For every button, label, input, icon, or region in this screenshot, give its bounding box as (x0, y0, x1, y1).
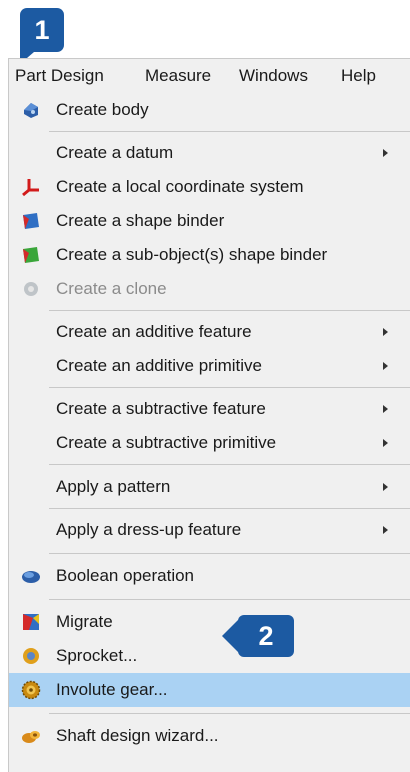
separator (49, 508, 410, 509)
menu-item-label: Create a local coordinate system (56, 177, 304, 196)
menu-item-label: Create a datum (56, 143, 174, 162)
separator (49, 387, 410, 388)
menu-item-create-body[interactable]: Create body (9, 93, 410, 127)
gear-icon (21, 680, 41, 700)
menu-item-sprocket[interactable]: Sprocket... (9, 639, 410, 673)
menu-item-label: Create a subtractive primitive (56, 433, 277, 452)
menu-item-involute-gear[interactable]: Involute gear... (9, 673, 410, 707)
menu-item-label: Apply a dress-up feature (56, 520, 242, 539)
menu-part-design[interactable]: Part Design (15, 65, 104, 87)
boolean-icon (21, 566, 41, 586)
menu-item-label: Sprocket... (56, 646, 138, 665)
menu-item-label: Create an additive feature (56, 322, 252, 341)
sprocket-icon (21, 646, 41, 666)
separator (49, 713, 410, 714)
submenu-arrow-icon (383, 439, 388, 447)
menu-item-apply-pattern[interactable]: Apply a pattern (9, 470, 410, 504)
menu-item-create-shape-binder[interactable]: Create a shape binder (9, 204, 410, 238)
clone-icon (21, 279, 41, 299)
menu-item-label: Create body (56, 100, 149, 119)
menu-item-label: Create a clone (56, 279, 167, 298)
shape-binder-icon (21, 211, 41, 231)
step-2-number: 2 (258, 621, 274, 651)
menu-item-label: Create a sub-object(s) shape binder (56, 245, 328, 264)
step-1-badge: 1 (20, 8, 64, 64)
menu-panel: Part Design Measure Windows Help Create … (8, 58, 410, 772)
step-1-number: 1 (34, 15, 50, 45)
menu-measure[interactable]: Measure (145, 65, 211, 87)
step-2-badge: 2 (222, 615, 294, 657)
menu-item-shaft-wizard[interactable]: Shaft design wizard... (9, 719, 410, 753)
menu-item-create-subtractive-primitive[interactable]: Create a subtractive primitive (9, 426, 410, 460)
submenu-arrow-icon (383, 328, 388, 336)
coordinate-system-icon (21, 177, 41, 197)
subobject-binder-icon (21, 245, 41, 265)
menu-item-create-additive-primitive[interactable]: Create an additive primitive (9, 349, 410, 383)
menu-item-create-subtractive-feature[interactable]: Create a subtractive feature (9, 392, 410, 426)
menu-item-boolean-operation[interactable]: Boolean operation (9, 559, 410, 593)
menu-item-label: Involute gear... (56, 680, 168, 699)
shaft-wizard-icon (21, 726, 41, 746)
submenu-arrow-icon (383, 405, 388, 413)
menu-item-label: Create a shape binder (56, 211, 225, 230)
menu-windows[interactable]: Windows (239, 65, 308, 87)
menu-item-create-lcs[interactable]: Create a local coordinate system (9, 170, 410, 204)
submenu-arrow-icon (383, 149, 388, 157)
menu-item-create-datum[interactable]: Create a datum (9, 136, 410, 170)
menu-item-create-additive-feature[interactable]: Create an additive feature (9, 315, 410, 349)
separator (49, 553, 410, 554)
menu-item-label: Apply a pattern (56, 477, 171, 496)
submenu-arrow-icon (383, 362, 388, 370)
menu-item-create-clone[interactable]: Create a clone (9, 272, 410, 306)
menu-item-label: Create a subtractive feature (56, 399, 266, 418)
submenu-arrow-icon (383, 483, 388, 491)
menu-item-label: Shaft design wizard... (56, 726, 219, 745)
menu-item-migrate[interactable]: Migrate (9, 605, 410, 639)
menu-item-label: Migrate (56, 612, 113, 631)
menu-item-create-subobject-binder[interactable]: Create a sub-object(s) shape binder (9, 238, 410, 272)
body-icon (21, 100, 41, 120)
step-2-badge-pointer (222, 619, 239, 653)
separator (49, 310, 410, 311)
migrate-icon (21, 612, 41, 632)
menu-item-apply-dressup[interactable]: Apply a dress-up feature (9, 513, 410, 547)
separator (49, 131, 410, 132)
separator (49, 464, 410, 465)
submenu-arrow-icon (383, 526, 388, 534)
menu-item-label: Boolean operation (56, 566, 195, 585)
menu-item-label: Create an additive primitive (56, 356, 262, 375)
separator (49, 599, 410, 600)
menu-help[interactable]: Help (341, 65, 376, 87)
menubar: Part Design Measure Windows Help (9, 59, 410, 93)
